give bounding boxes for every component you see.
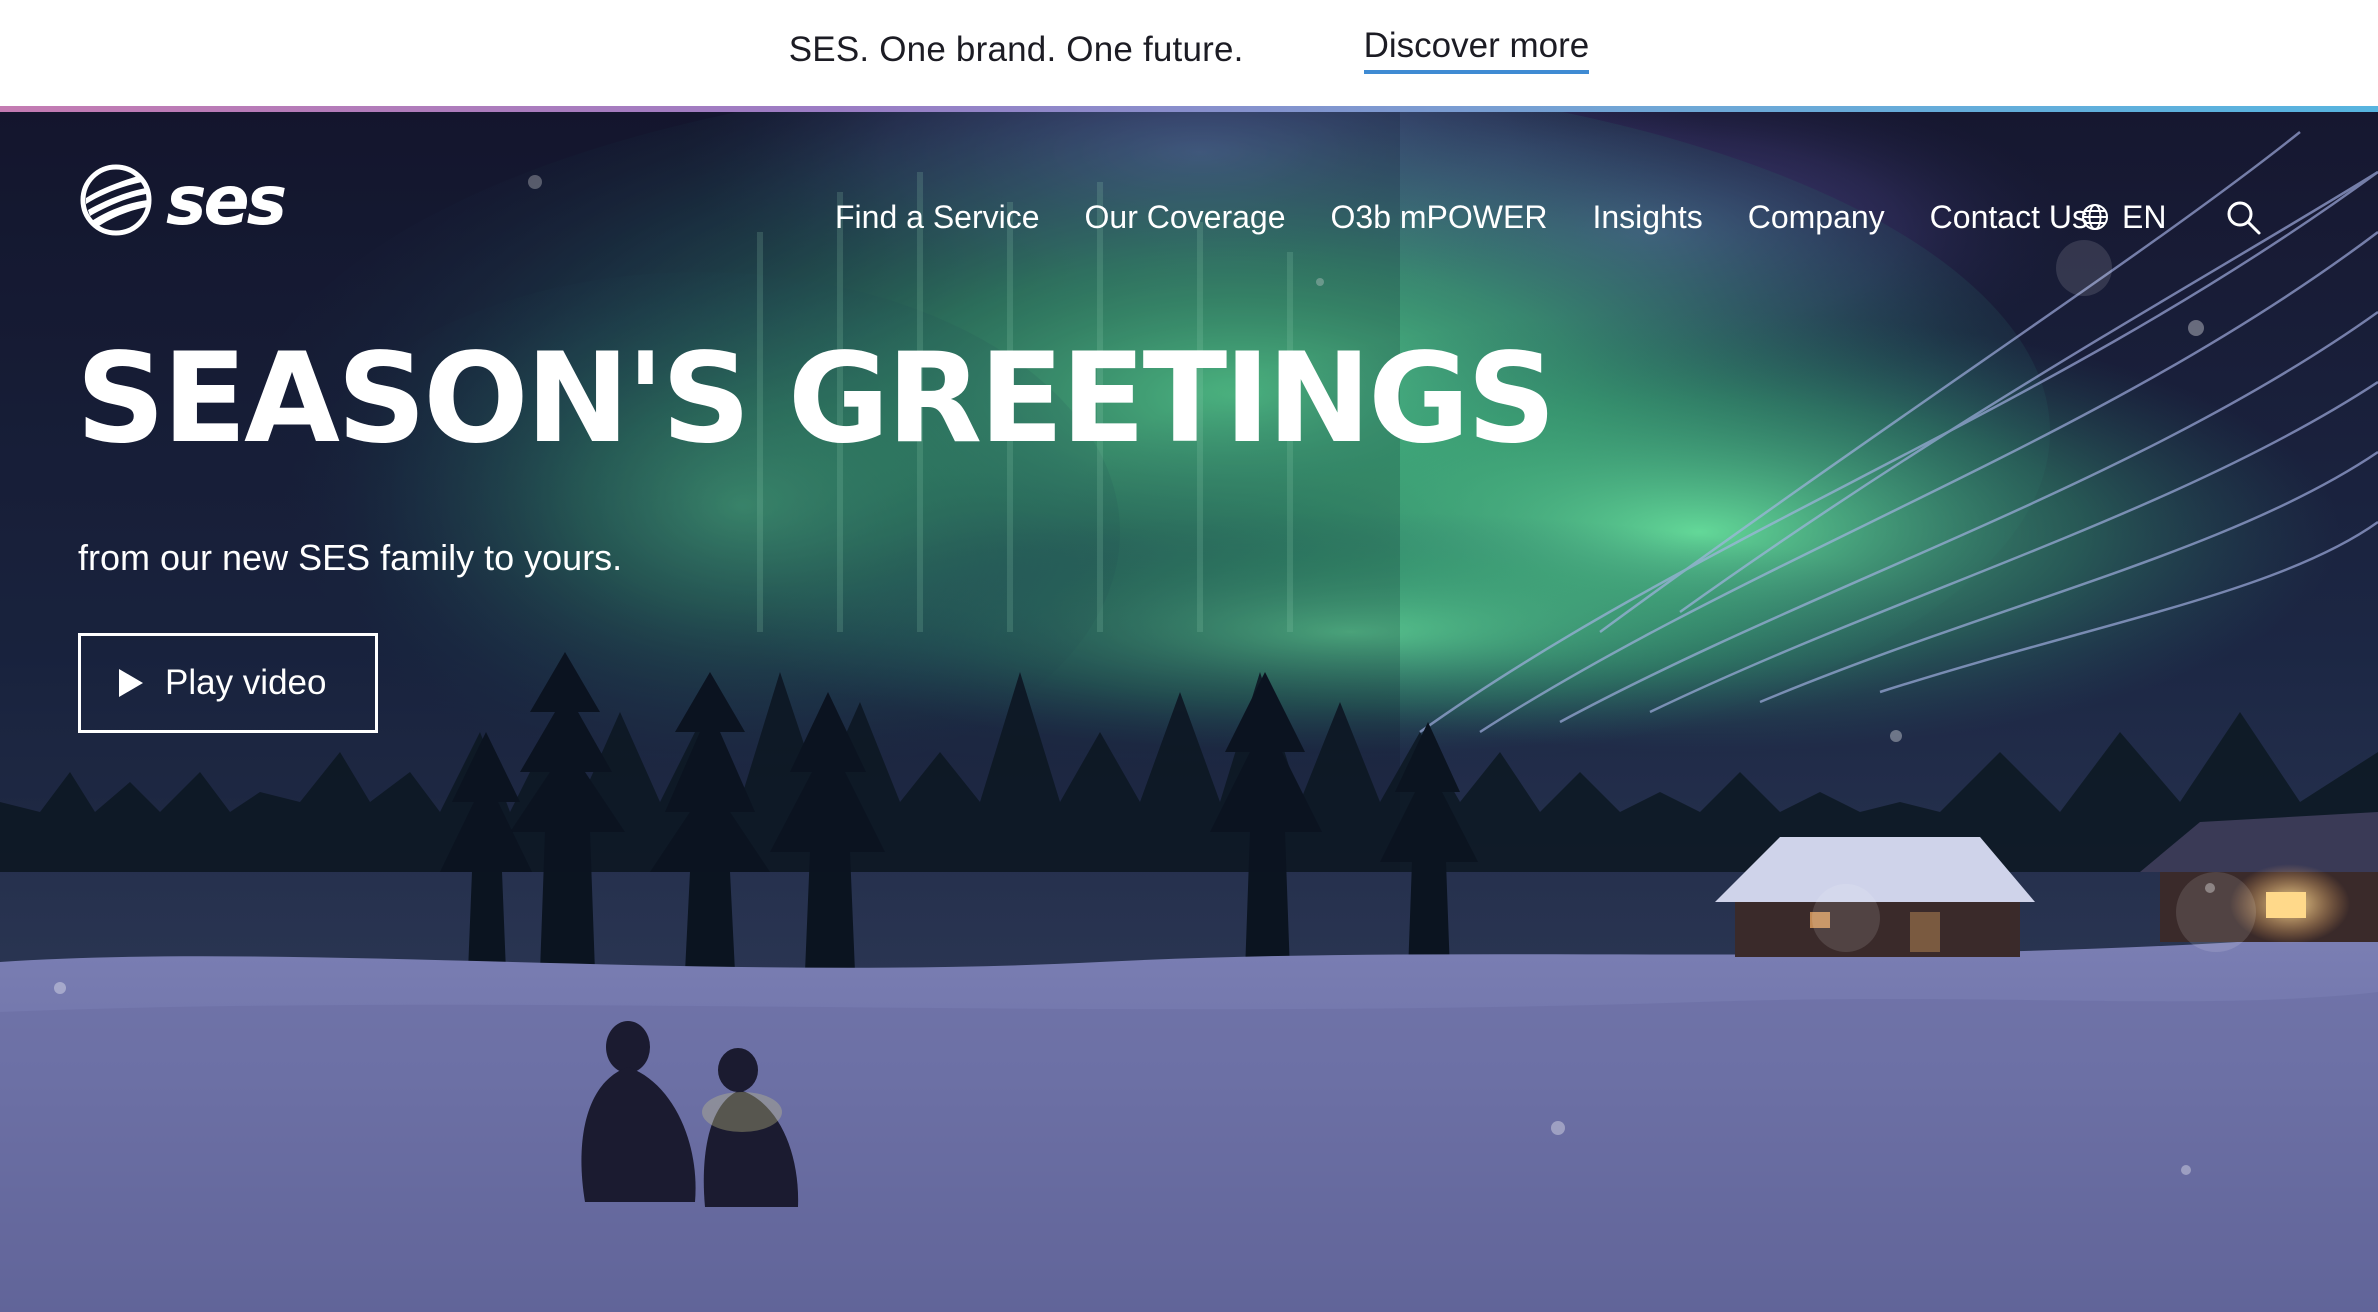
language-label: EN xyxy=(2122,199,2167,235)
nav-item-o3b-mpower[interactable]: O3b mPOWER xyxy=(1331,192,1548,242)
hero-section: ses Find a Service Our Coverage O3b mPOW… xyxy=(0,112,2378,1312)
announcement-text: SES. One brand. One future. xyxy=(788,30,1244,69)
announcement-bar: SES. One brand. One future. Discover mor… xyxy=(0,0,2378,106)
nav-menu: Find a Service Our Coverage O3b mPOWER I… xyxy=(835,192,2088,242)
play-video-button[interactable]: Play video xyxy=(78,633,378,733)
nav-item-find-a-service[interactable]: Find a Service xyxy=(835,192,1040,242)
hero-subline: from our new SES family to yours. xyxy=(78,537,623,578)
nav-item-contact-us[interactable]: Contact Us xyxy=(1930,192,2088,242)
discover-more-link[interactable]: Discover more xyxy=(1363,26,1590,74)
nav-item-insights[interactable]: Insights xyxy=(1592,192,1702,242)
play-icon xyxy=(119,669,143,697)
nav-item-our-coverage[interactable]: Our Coverage xyxy=(1085,192,1286,242)
nav-item-company[interactable]: Company xyxy=(1748,192,1885,242)
hero-headline: SEASON'S GREETINGS xyxy=(76,327,1556,471)
search-icon[interactable] xyxy=(2226,200,2262,236)
main-navigation: Find a Service Our Coverage O3b mPOWER I… xyxy=(0,192,2378,242)
globe-icon xyxy=(2082,204,2108,230)
announcement-content: SES. One brand. One future. Discover mor… xyxy=(788,26,1590,74)
play-video-label: Play video xyxy=(165,663,327,702)
language-selector[interactable]: EN xyxy=(2080,192,2166,242)
